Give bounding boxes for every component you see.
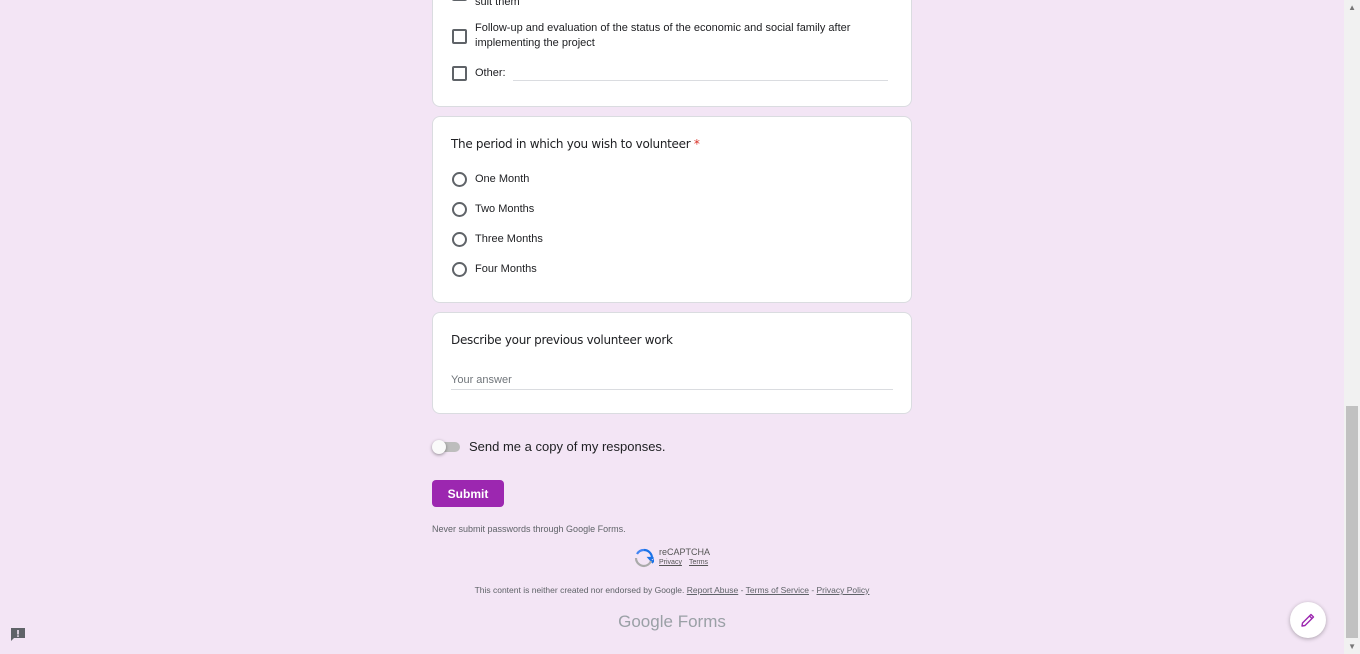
radio-one-month-label: One Month xyxy=(475,173,530,185)
terms-of-service-link[interactable]: Terms of Service xyxy=(746,585,809,595)
recaptcha-icon xyxy=(634,548,654,568)
report-problem-icon[interactable] xyxy=(10,627,26,641)
page-scrollbar[interactable]: ▲ ▼ xyxy=(1344,0,1360,654)
checkbox-follow-up-label-line2: implementing the project xyxy=(475,37,595,49)
previous-work-answer-input[interactable]: Your answer xyxy=(451,373,512,388)
other-text-input[interactable] xyxy=(513,80,888,81)
checkbox-follow-up-label-line1: Follow-up and evaluation of the status o… xyxy=(475,22,851,34)
google-forms-logo-forms: Forms xyxy=(677,612,726,631)
send-copy-label: Send me a copy of my responses. xyxy=(469,439,666,454)
submit-button[interactable]: Submit xyxy=(432,480,504,507)
period-question-card: The period in which you wish to voluntee… xyxy=(432,116,912,303)
checkbox-other-label: Other: xyxy=(475,67,506,79)
recaptcha-terms-link[interactable]: Terms xyxy=(689,559,708,566)
checkbox-previous-option[interactable] xyxy=(452,0,467,1)
footer-separator-2: - xyxy=(808,585,817,595)
password-warning: Never submit passwords through Google Fo… xyxy=(432,524,626,534)
recaptcha-label: reCAPTCHA xyxy=(659,547,711,557)
scroll-down-arrow-icon[interactable]: ▼ xyxy=(1348,642,1356,651)
previous-work-answer-underline xyxy=(451,389,893,390)
recaptcha-privacy-link[interactable]: Privacy xyxy=(659,559,682,566)
checkbox-follow-up[interactable] xyxy=(452,29,467,44)
google-forms-logo-google: Google xyxy=(618,612,673,631)
radio-three-months[interactable] xyxy=(452,232,467,247)
radio-four-months[interactable] xyxy=(452,262,467,277)
footer-disclaimer-line: This content is neither created nor endo… xyxy=(0,585,1344,595)
radio-two-months-label: Two Months xyxy=(475,203,535,215)
scroll-thumb[interactable] xyxy=(1346,406,1358,638)
privacy-policy-link[interactable]: Privacy Policy xyxy=(817,585,870,595)
google-forms-logo[interactable]: Google Forms xyxy=(0,612,1344,632)
radio-three-months-label: Three Months xyxy=(475,233,543,245)
edit-pencil-icon xyxy=(1301,613,1315,627)
previous-work-question-title: Describe your previous volunteer work xyxy=(451,333,673,347)
checkbox-previous-option-label: suit them xyxy=(475,0,520,8)
send-copy-toggle[interactable] xyxy=(432,440,446,454)
checkbox-question-card: suit them Follow-up and evaluation of th… xyxy=(432,0,912,107)
period-question-title: The period in which you wish to voluntee… xyxy=(451,137,700,151)
radio-one-month[interactable] xyxy=(452,172,467,187)
footer-separator-1: - xyxy=(738,585,746,595)
report-abuse-link[interactable]: Report Abuse xyxy=(687,585,739,595)
edit-response-button[interactable] xyxy=(1290,602,1326,638)
footer-disclaimer: This content is neither created nor endo… xyxy=(474,585,685,595)
radio-four-months-label: Four Months xyxy=(475,263,537,275)
scroll-up-arrow-icon[interactable]: ▲ xyxy=(1348,3,1356,12)
checkbox-other[interactable] xyxy=(452,66,467,81)
required-asterisk: * xyxy=(693,137,700,151)
radio-two-months[interactable] xyxy=(452,202,467,217)
previous-work-question-card: Describe your previous volunteer work Yo… xyxy=(432,312,912,414)
